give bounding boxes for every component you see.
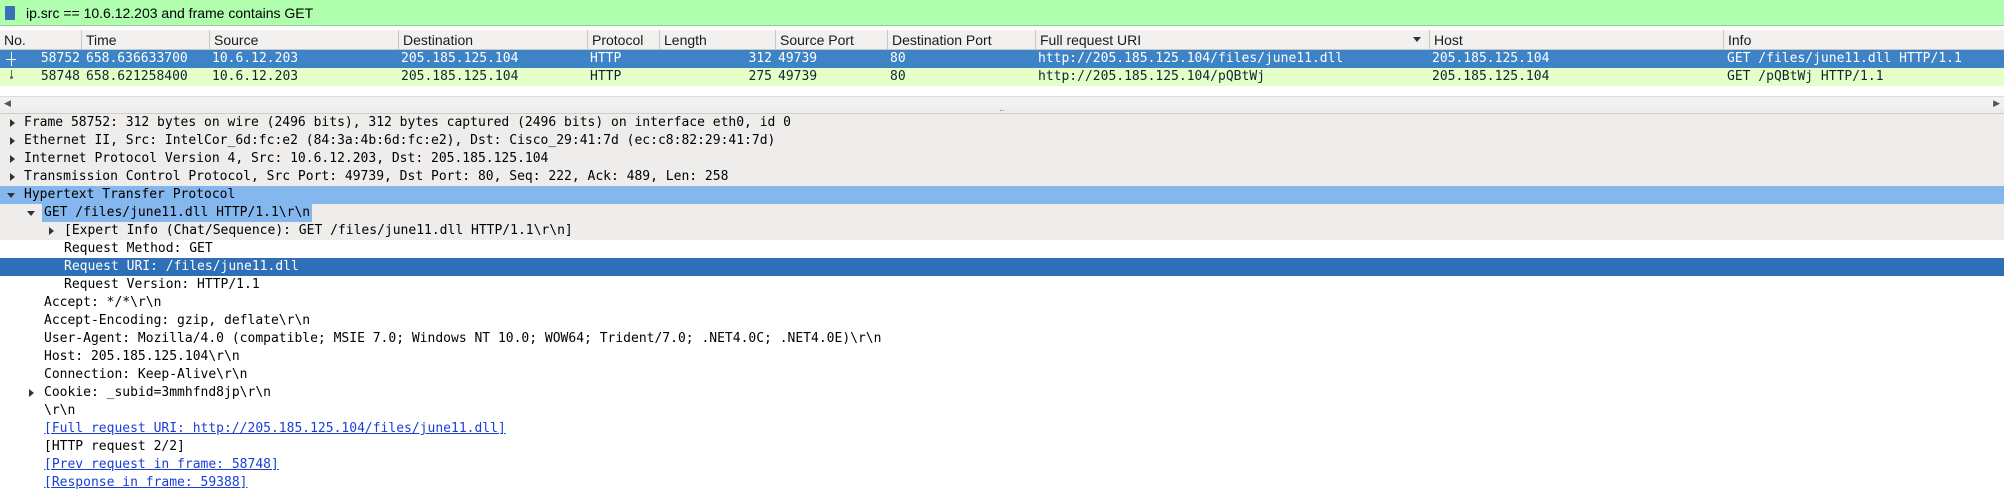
column-header-host[interactable]: Host: [1430, 30, 1724, 50]
tree-item-http[interactable]: Hypertext Transfer Protocol: [0, 186, 2004, 204]
tree-item-label: Request Version: HTTP/1.1: [64, 277, 260, 292]
packet-info: GET /pQBtWj HTTP/1.1: [1727, 69, 1884, 84]
tree-item-label: Accept: */*\r\n: [44, 295, 162, 310]
packet-length: 312: [748, 51, 772, 66]
packet-no: 58748: [40, 69, 80, 84]
expand-arrow-icon[interactable]: [29, 389, 34, 397]
display-filter-bar: ip.src == 10.6.12.203 and frame contains…: [0, 0, 2004, 26]
tree-item-cookie[interactable]: Cookie: _subid=3mmhfnd8jp\r\n: [0, 384, 2004, 402]
tree-item-label: Cookie: _subid=3mmhfnd8jp\r\n: [44, 385, 271, 400]
prev-request-link[interactable]: [Prev request in frame: 58748]: [44, 456, 279, 474]
column-header-full-request-uri[interactable]: Full request URI: [1036, 30, 1430, 50]
packet-protocol: HTTP: [590, 51, 622, 66]
tree-item-label: Ethernet II, Src: IntelCor_6d:fc:e2 (84:…: [24, 133, 776, 148]
packet-list-header: No. Time Source Destination Protocol Len…: [0, 30, 2004, 50]
expand-arrow-icon[interactable]: [10, 155, 15, 163]
column-header-no[interactable]: No.: [0, 30, 82, 50]
tree-item-user-agent[interactable]: User-Agent: Mozilla/4.0 (compatible; MSI…: [0, 330, 2004, 348]
tree-item-request-method[interactable]: Request Method: GET: [0, 240, 2004, 258]
tree-item-label: Connection: Keep-Alive\r\n: [44, 367, 248, 382]
tree-item-ethernet[interactable]: Ethernet II, Src: IntelCor_6d:fc:e2 (84:…: [0, 132, 2004, 150]
expand-arrow-icon[interactable]: [10, 119, 15, 127]
collapse-arrow-icon[interactable]: [7, 193, 15, 198]
tree-item-ip[interactable]: Internet Protocol Version 4, Src: 10.6.1…: [0, 150, 2004, 168]
tree-item-connection[interactable]: Connection: Keep-Alive\r\n: [0, 366, 2004, 384]
response-in-frame-link[interactable]: [Response in frame: 59388]: [44, 474, 248, 492]
packet-length: 275: [748, 69, 772, 84]
packet-time: 658.636633700: [86, 51, 188, 66]
tree-item-full-request-uri[interactable]: [Full request URI: http://205.185.125.10…: [0, 420, 2004, 438]
tree-item-accept-encoding[interactable]: Accept-Encoding: gzip, deflate\r\n: [0, 312, 2004, 330]
packet-no: 58752: [40, 51, 80, 66]
display-filter-input[interactable]: ip.src == 10.6.12.203 and frame contains…: [26, 0, 313, 26]
expand-arrow-icon[interactable]: [10, 137, 15, 145]
tree-item-label: Request URI: /files/june11.dll: [64, 259, 299, 274]
tree-item-frame[interactable]: Frame 58752: 312 bytes on wire (2496 bit…: [0, 114, 2004, 132]
tree-item-label: Hypertext Transfer Protocol: [24, 187, 236, 202]
tree-item-label: Accept-Encoding: gzip, deflate\r\n: [44, 313, 311, 328]
packet-full-request-uri: http://205.185.125.104/pQBtWj: [1038, 69, 1265, 84]
tree-item-label: \r\n: [44, 403, 76, 418]
column-header-info[interactable]: Info: [1724, 30, 2004, 50]
tree-item-prev-request[interactable]: [Prev request in frame: 58748]: [0, 456, 2004, 474]
tree-item-request-uri[interactable]: Request URI: /files/june11.dll: [0, 258, 2004, 276]
column-header-destination-port[interactable]: Destination Port: [888, 30, 1036, 50]
packet-destination-port: 80: [890, 69, 906, 84]
packet-destination-port: 80: [890, 51, 906, 66]
packet-destination: 205.185.125.104: [401, 69, 519, 84]
packet-full-request-uri: http://205.185.125.104/files/june11.dll: [1038, 51, 1344, 66]
column-header-time[interactable]: Time: [82, 30, 210, 50]
sort-descending-icon: [1413, 37, 1421, 42]
packet-protocol: HTTP: [590, 69, 622, 84]
tree-item-tcp[interactable]: Transmission Control Protocol, Src Port:…: [0, 168, 2004, 186]
tree-item-response-in[interactable]: [Response in frame: 59388]: [0, 474, 2004, 492]
column-header-destination[interactable]: Destination: [399, 30, 588, 50]
expand-arrow-icon[interactable]: [10, 173, 15, 181]
tree-item-http-request[interactable]: [HTTP request 2/2]: [0, 438, 2004, 456]
column-header-protocol[interactable]: Protocol: [588, 30, 660, 50]
packet-info: GET /files/june11.dll HTTP/1.1: [1727, 51, 1962, 66]
packet-list-horizontal-scrollbar[interactable]: ◀ ▶: [0, 96, 2004, 108]
tree-item-label: Host: 205.185.125.104\r\n: [44, 349, 240, 364]
tree-item-label: Transmission Control Protocol, Src Port:…: [24, 169, 729, 184]
packet-row-58748[interactable]: 58748 658.621258400 10.6.12.203 205.185.…: [0, 68, 2004, 86]
packet-host: 205.185.125.104: [1432, 69, 1550, 84]
tree-item-label: GET /files/june11.dll HTTP/1.1\r\n: [42, 204, 313, 222]
packet-destination: 205.185.125.104: [401, 51, 519, 66]
packet-details-tree: Frame 58752: 312 bytes on wire (2496 bit…: [0, 114, 2004, 502]
tree-item-expert-info[interactable]: [Expert Info (Chat/Sequence): GET /files…: [0, 222, 2004, 240]
tree-item-get-line[interactable]: GET /files/june11.dll HTTP/1.1\r\n: [0, 204, 2004, 222]
packet-source: 10.6.12.203: [212, 69, 299, 84]
tree-item-host[interactable]: Host: 205.185.125.104\r\n: [0, 348, 2004, 366]
packet-host: 205.185.125.104: [1432, 51, 1550, 66]
packet-time: 658.621258400: [86, 69, 188, 84]
bookmark-icon[interactable]: [5, 6, 15, 20]
tree-item-label: [Expert Info (Chat/Sequence): GET /files…: [64, 223, 573, 238]
column-header-full-request-uri-label: Full request URI: [1040, 32, 1142, 48]
packet-row-58752[interactable]: 58752 658.636633700 10.6.12.203 205.185.…: [0, 50, 2004, 68]
tree-item-crlf[interactable]: \r\n: [0, 402, 2004, 420]
expand-arrow-icon[interactable]: [49, 227, 54, 235]
packet-source-port: 49739: [778, 69, 818, 84]
tree-item-label: User-Agent: Mozilla/4.0 (compatible; MSI…: [44, 331, 882, 346]
full-request-uri-link[interactable]: [Full request URI: http://205.185.125.10…: [44, 420, 506, 438]
column-header-source-port[interactable]: Source Port: [776, 30, 888, 50]
tree-item-request-version[interactable]: Request Version: HTTP/1.1: [0, 276, 2004, 294]
packet-source: 10.6.12.203: [212, 51, 299, 66]
tree-item-label: [HTTP request 2/2]: [44, 439, 185, 454]
collapse-arrow-icon[interactable]: [27, 211, 35, 216]
tree-item-label: Request Method: GET: [64, 241, 213, 256]
tree-item-accept[interactable]: Accept: */*\r\n: [0, 294, 2004, 312]
tree-item-label: Frame 58752: 312 bytes on wire (2496 bit…: [24, 115, 792, 130]
splitter-grip-icon: [1000, 110, 1004, 113]
packet-source-port: 49739: [778, 51, 818, 66]
related-request-icon: [6, 52, 18, 66]
column-header-source[interactable]: Source: [210, 30, 399, 50]
related-request-icon: [6, 70, 18, 84]
column-header-length[interactable]: Length: [660, 30, 776, 50]
tree-item-label: Internet Protocol Version 4, Src: 10.6.1…: [24, 151, 549, 166]
scroll-right-icon[interactable]: ▶: [1993, 99, 2000, 108]
scroll-left-icon[interactable]: ◀: [4, 99, 11, 108]
